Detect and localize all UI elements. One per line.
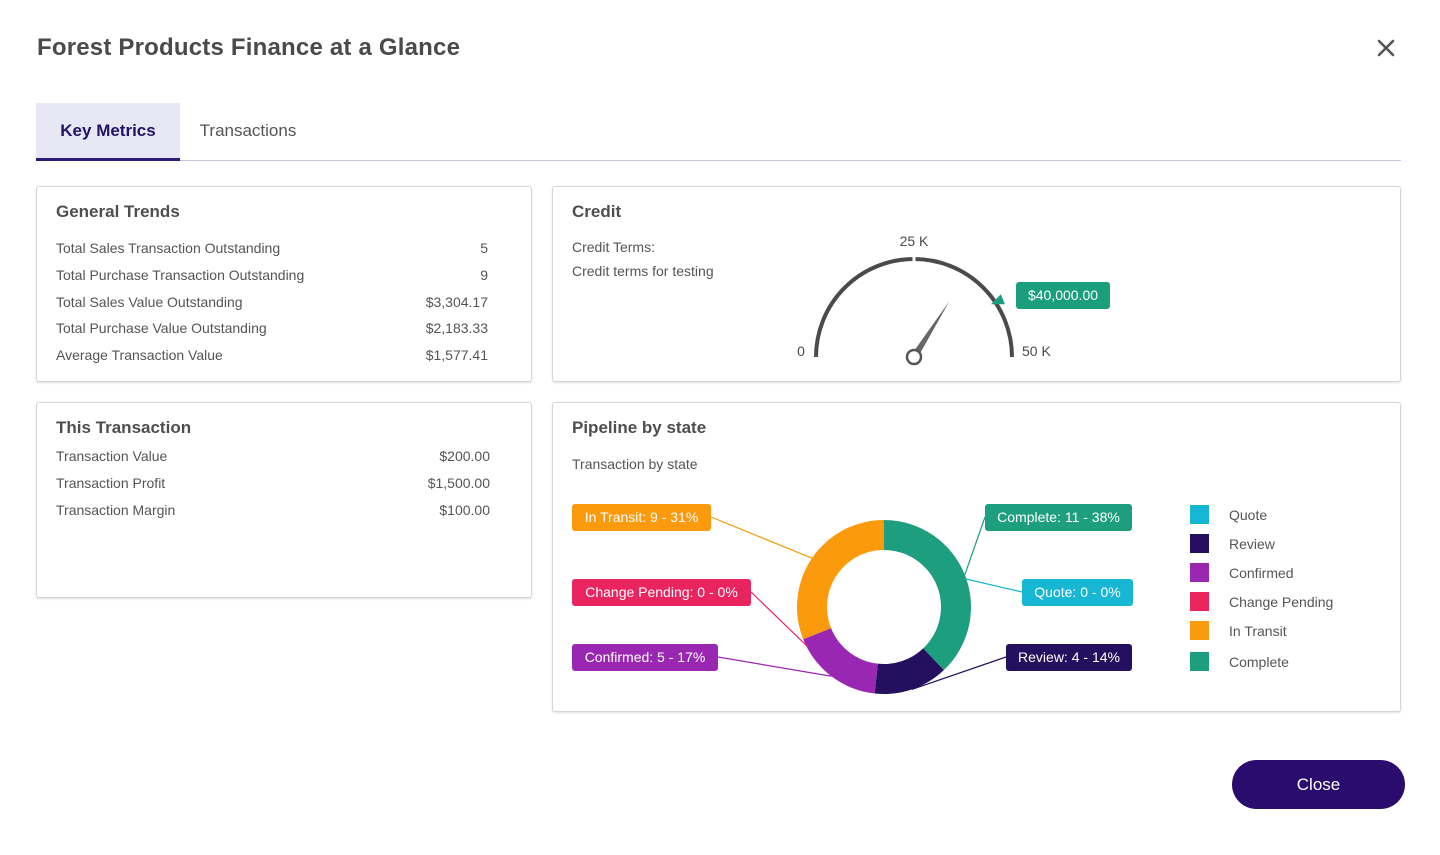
metric-value: $100.00 [439, 502, 490, 518]
legend-label: Change Pending [1229, 594, 1334, 610]
legend-label: Quote [1229, 507, 1268, 523]
metric-value: $1,500.00 [427, 475, 490, 491]
metric-label: Total Sales Transaction Outstanding [56, 240, 281, 256]
credit-card: Credit Credit Terms: Credit terms for te… [552, 186, 1401, 382]
legend-swatch [1190, 652, 1209, 671]
metric-label: Transaction Profit [56, 475, 166, 491]
donut-slice [797, 520, 884, 640]
close-button[interactable]: Close [1232, 760, 1405, 809]
legend-swatch [1190, 592, 1209, 611]
gauge-min-label: 0 [797, 343, 805, 359]
metric-label: Transaction Value [56, 448, 168, 464]
gauge-value-label: $40,000.00 [1028, 287, 1098, 303]
credit-gauge: $40,000.00 0 25 K 50 K [797, 233, 1110, 366]
legend-label: Confirmed [1229, 565, 1294, 581]
metric-label: Total Sales Value Outstanding [56, 294, 243, 310]
callout-label: Review: 4 - 14% [1018, 649, 1120, 665]
metric-label: Transaction Margin [56, 502, 176, 518]
donut-slice [803, 628, 878, 694]
legend-swatch [1190, 563, 1209, 582]
tab-key-metrics[interactable]: Key Metrics [36, 103, 180, 161]
metric-label: Average Transaction Value [56, 347, 223, 363]
general-trends-title: General Trends [56, 202, 180, 221]
callout-label: Quote: 0 - 0% [1034, 584, 1120, 600]
tab-transactions[interactable]: Transactions [180, 103, 316, 161]
metric-value: $200.00 [439, 448, 490, 464]
metric-value: $3,304.17 [425, 294, 488, 310]
callout-leader-line [965, 578, 1023, 593]
metric-value: $1,577.41 [425, 347, 488, 363]
callout-leader-line [717, 656, 832, 677]
legend-swatch [1190, 534, 1209, 553]
this-transaction-title: This Transaction [56, 418, 192, 437]
callout-label: In Transit: 9 - 31% [585, 509, 699, 525]
this-transaction-card: This Transaction Transaction Value $200.… [36, 402, 532, 598]
gauge-needle-hub [905, 348, 923, 366]
metric-label: Total Purchase Value Outstanding [56, 320, 267, 336]
metric-value: $2,183.33 [425, 320, 488, 336]
legend-label: In Transit [1229, 623, 1287, 639]
donut-slice [884, 520, 971, 671]
legend-label: Review [1229, 536, 1275, 552]
metric-value: 9 [480, 267, 488, 283]
callout-leader-line [710, 516, 813, 559]
legend-swatch [1190, 621, 1209, 640]
general-trends-card: General Trends Total Sales Transaction O… [36, 186, 532, 382]
legend-label: Complete [1229, 654, 1289, 670]
dialog-title: Forest Products Finance at a Glance [37, 34, 461, 61]
gauge-arc [814, 257, 1014, 358]
metric-label: Total Purchase Transaction Outstanding [56, 267, 305, 283]
gauge-mid-label: 25 K [900, 233, 929, 249]
legend-swatch [1190, 505, 1209, 524]
pipeline-card: Pipeline by state Transaction by state C… [552, 402, 1401, 712]
gauge-max-label: 50 K [1022, 343, 1051, 359]
callout-label: Change Pending: 0 - 0% [585, 584, 738, 600]
metric-value: 5 [480, 240, 488, 256]
callout-label: Complete: 11 - 38% [997, 509, 1120, 525]
tab-bar: Key Metrics Transactions [36, 103, 1401, 161]
callout-label: Confirmed: 5 - 17% [585, 649, 706, 665]
callout-leader-line [964, 516, 986, 575]
close-icon[interactable] [1370, 32, 1402, 64]
